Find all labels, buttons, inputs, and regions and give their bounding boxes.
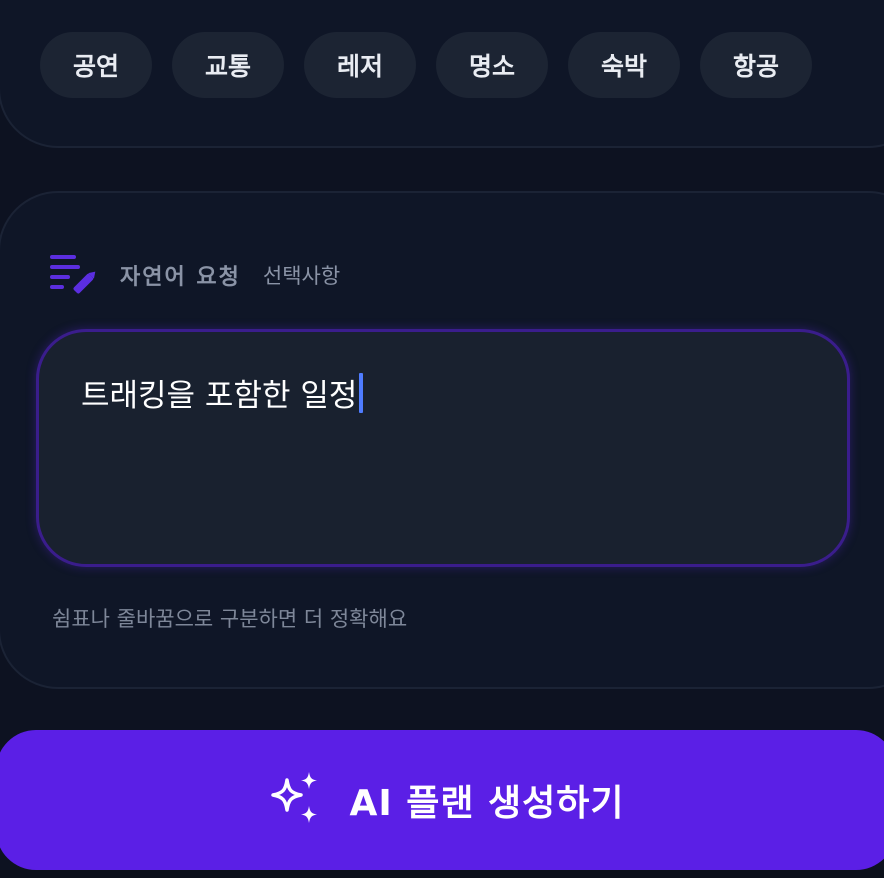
bottom-strip [0,870,884,878]
category-chip-lodging[interactable]: 숙박 [568,32,680,98]
category-chip-performance[interactable]: 공연 [40,32,152,98]
category-chip-flight[interactable]: 항공 [700,32,812,98]
generate-button-label: AI 플랜 생성하기 [349,783,625,824]
category-chip-attraction[interactable]: 명소 [436,32,548,98]
request-input-value: 트래킹을 포함한 일정 [81,370,364,415]
section-title: 자연어 요청 [120,265,241,290]
edit-notes-icon [50,253,98,297]
text-caret [359,372,364,413]
request-text: 트래킹을 포함한 일정 [81,378,358,414]
generate-plan-button[interactable]: AI 플랜 생성하기 [0,730,884,870]
sparkles-icon [267,770,323,830]
category-chip-row: 공연 교통 레저 명소 숙박 항공 [40,32,812,98]
category-card: 공연 교통 레저 명소 숙박 항공 [0,0,884,148]
optional-label: 선택사항 [262,264,341,288]
generate-button-content: AI 플랜 생성하기 [267,770,624,830]
section-header: 자연어 요청 선택사항 [50,253,340,297]
helper-text: 쉼표나 줄바꿈으로 구분하면 더 정확해요 [52,607,408,631]
page: 공연 교통 레저 명소 숙박 항공 자연어 요청 선택사항 트래킹을 포함한 일… [0,0,884,878]
natural-language-request-card: 자연어 요청 선택사항 트래킹을 포함한 일정 쉼표나 줄바꿈으로 구분하면 더… [0,191,884,689]
request-textarea[interactable]: 트래킹을 포함한 일정 [36,329,850,567]
category-chip-transport[interactable]: 교통 [172,32,284,98]
category-chip-leisure[interactable]: 레저 [304,32,416,98]
